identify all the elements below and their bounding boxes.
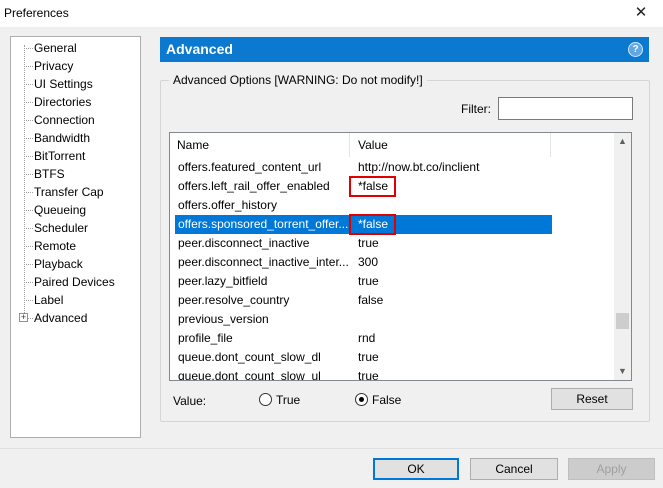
close-icon[interactable]: ✕ — [619, 0, 663, 27]
sidebar-item-transfer-cap[interactable]: Transfer Cap — [24, 183, 134, 201]
list-row[interactable]: peer.disconnect_inactive true — [175, 234, 552, 253]
cancel-button[interactable]: Cancel — [470, 458, 558, 480]
list-row-selected[interactable]: offers.sponsored_torrent_offer... *false — [175, 214, 552, 235]
sidebar-item-general[interactable]: General — [24, 39, 134, 57]
highlight-box — [349, 214, 396, 235]
panel-title: Advanced — [166, 41, 233, 57]
list-row[interactable]: profile_file rnd — [175, 329, 552, 348]
list-row[interactable]: peer.resolve_country false — [175, 291, 552, 310]
sidebar-item-privacy[interactable]: Privacy — [24, 57, 134, 75]
list-rows: offers.featured_content_url http://now.bt… — [175, 158, 615, 380]
sidebar-item-btfs[interactable]: BTFS — [24, 165, 134, 183]
radio-circle[interactable] — [355, 393, 368, 406]
sidebar-item-paired-devices[interactable]: Paired Devices — [24, 273, 134, 291]
sidebar-item-ui-settings[interactable]: UI Settings — [24, 75, 134, 93]
sidebar-item-queueing[interactable]: Queueing — [24, 201, 134, 219]
list-row[interactable]: peer.disconnect_inactive_inter... 300 — [175, 253, 552, 272]
group-label: Advanced Options [WARNING: Do not modify… — [169, 73, 427, 87]
list-row[interactable]: queue.dont_count_slow_ul true — [175, 367, 552, 380]
scroll-thumb[interactable] — [616, 313, 629, 329]
expand-icon[interactable]: + — [19, 313, 28, 322]
filter-label: Filter: — [461, 102, 491, 116]
column-header-value[interactable]: Value — [351, 133, 551, 157]
sidebar-item-bandwidth[interactable]: Bandwidth — [24, 129, 134, 147]
value-label: Value: — [173, 394, 207, 408]
list-row[interactable]: offers.featured_content_url http://now.bt… — [175, 158, 552, 177]
highlight-box — [349, 176, 396, 197]
preferences-tree[interactable]: General Privacy UI Settings Directories … — [10, 36, 141, 438]
sidebar-item-advanced[interactable]: + Advanced — [19, 309, 134, 327]
scroll-down-icon[interactable]: ▼ — [614, 363, 631, 380]
vertical-scrollbar[interactable]: ▲ ▼ — [614, 133, 631, 380]
scroll-up-icon[interactable]: ▲ — [614, 133, 631, 150]
title-bar: Preferences ✕ — [0, 0, 663, 27]
sidebar-item-directories[interactable]: Directories — [24, 93, 134, 111]
help-icon[interactable]: ? — [628, 42, 643, 57]
sidebar-item-playback[interactable]: Playback — [24, 255, 134, 273]
reset-button[interactable]: Reset — [551, 388, 633, 410]
window-title: Preferences — [4, 6, 69, 20]
panel-header: Advanced ? — [160, 37, 649, 62]
sidebar-item-connection[interactable]: Connection — [24, 111, 134, 129]
radio-circle[interactable] — [259, 393, 272, 406]
sidebar-item-remote[interactable]: Remote — [24, 237, 134, 255]
ok-button[interactable]: OK — [373, 458, 459, 480]
list-row[interactable]: peer.lazy_bitfield true — [175, 272, 552, 291]
advanced-options-list[interactable]: Name Value offers.featured_content_url ht… — [169, 132, 632, 381]
sidebar-item-scheduler[interactable]: Scheduler — [24, 219, 134, 237]
filter-input[interactable] — [498, 97, 633, 120]
list-row[interactable]: offers.left_rail_offer_enabled *false — [175, 176, 552, 197]
list-row[interactable]: previous_version — [175, 310, 552, 329]
list-row[interactable]: offers.offer_history — [175, 196, 552, 215]
column-header-name[interactable]: Name — [170, 133, 350, 157]
sidebar-item-label[interactable]: Label — [24, 291, 134, 309]
list-row[interactable]: queue.dont_count_slow_dl true — [175, 348, 552, 367]
radio-checked-dot — [359, 397, 364, 402]
footer-divider — [0, 448, 663, 449]
sidebar-item-bittorrent[interactable]: BitTorrent — [24, 147, 134, 165]
apply-button[interactable]: Apply — [568, 458, 655, 480]
